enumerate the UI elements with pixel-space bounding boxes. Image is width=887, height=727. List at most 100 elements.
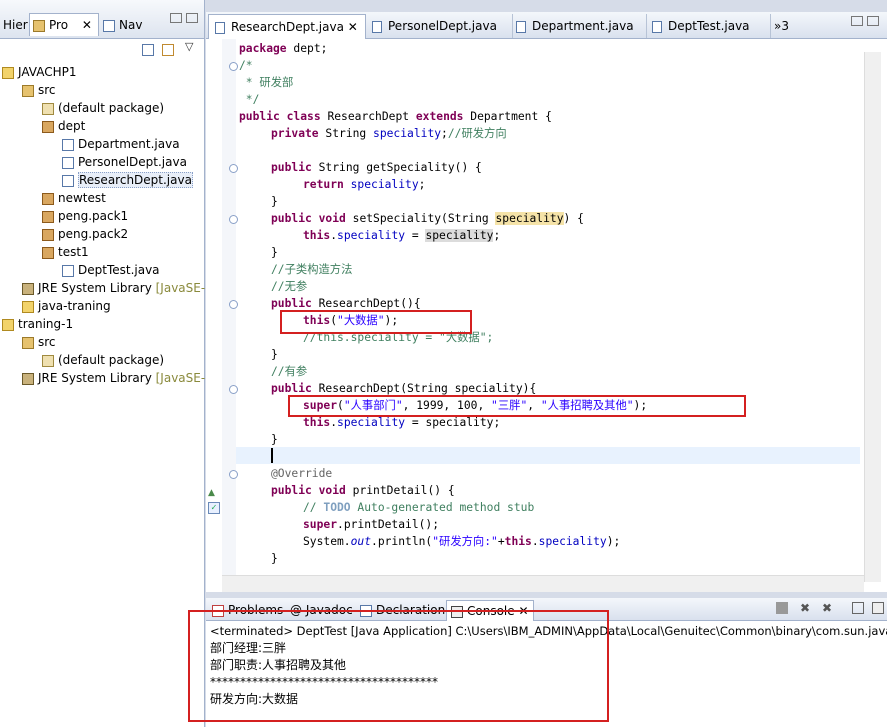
task-marker-icon: ✓ (208, 502, 220, 514)
close-icon[interactable]: ✕ (348, 20, 358, 34)
fold-icon[interactable] (229, 164, 238, 173)
tree-item-javachp1[interactable]: JAVACHP1 (2, 63, 76, 81)
code-line: //无参 (271, 280, 308, 293)
code-line: * 研发部 (239, 76, 294, 89)
tree-item-dept[interactable]: dept (42, 117, 85, 135)
maximize-icon[interactable] (867, 16, 879, 26)
fold-icon[interactable] (229, 300, 238, 309)
tree-item-src[interactable]: src (22, 81, 56, 99)
java-file-icon (652, 20, 662, 33)
tab-personeldept-java[interactable]: PersonelDept.java (366, 14, 513, 38)
code-line: private String speciality;//研发方向 (271, 127, 507, 140)
package-icon (42, 246, 54, 259)
tab-overflow[interactable]: »3 (768, 14, 804, 38)
code-line: } (271, 246, 278, 259)
terminate-icon[interactable] (776, 602, 788, 614)
tree-item-default-package[interactable]: (default package) (42, 351, 164, 369)
vertical-scrollbar[interactable] (864, 52, 881, 582)
java-file-icon (62, 138, 74, 151)
tab-hierarchy[interactable]: Hier (0, 14, 31, 36)
maximize-icon[interactable] (186, 13, 198, 23)
tree-item-depttest-java[interactable]: DeptTest.java (62, 261, 160, 279)
code-line: super.printDetail(); (303, 518, 440, 531)
tree-item-jre-library[interactable]: JRE System Library [JavaSE-1.6 (22, 279, 224, 297)
tree-item-peng-pack2[interactable]: peng.pack2 (42, 225, 128, 243)
fold-icon[interactable] (229, 62, 238, 71)
project-explorer-icon (33, 19, 45, 32)
code-line: } (271, 195, 278, 208)
java-file-icon (62, 156, 74, 169)
fold-icon[interactable] (229, 215, 238, 224)
view-menu-icon[interactable]: ▽ (185, 40, 193, 53)
code-line: } (271, 433, 278, 446)
text-cursor (271, 448, 273, 463)
code-line: */ (239, 93, 260, 106)
source-folder-icon (22, 84, 34, 97)
link-with-editor-icon[interactable] (162, 44, 174, 56)
horizontal-scrollbar[interactable] (222, 575, 864, 592)
code-line: //有参 (271, 365, 308, 378)
code-line: public class ResearchDept extends Depart… (239, 110, 552, 123)
remove-launch-icon[interactable]: ✖ (800, 602, 812, 614)
tab-project-explorer[interactable]: Pro ✕ (29, 13, 99, 36)
code-line: System.out.println("研发方向:"+this.speciali… (303, 535, 621, 548)
java-file-icon (372, 20, 382, 33)
code-line: public void setSpeciality(String special… (271, 212, 584, 225)
project-icon (2, 318, 14, 331)
code-line: //子类构造方法 (271, 263, 353, 276)
minimize-icon[interactable] (170, 13, 182, 23)
java-file-icon (62, 174, 74, 187)
tree-item-peng-pack1[interactable]: peng.pack1 (42, 207, 128, 225)
tab-department-java[interactable]: Department.java (510, 14, 647, 38)
fold-icon[interactable] (229, 470, 238, 479)
tab-researchdept-java[interactable]: ResearchDept.java ✕ (208, 14, 366, 39)
editor-tabbar: ResearchDept.java ✕ PersonelDept.java De… (206, 12, 887, 39)
tree-item-src[interactable]: src (22, 333, 56, 351)
code-line: return speciality; (303, 178, 426, 191)
remove-all-icon[interactable]: ✖ (822, 602, 834, 614)
highlight-box-console-output (188, 610, 609, 722)
java-file-icon (215, 21, 225, 34)
tree-item-department-java[interactable]: Department.java (62, 135, 180, 153)
code-line: @Override (271, 467, 333, 480)
library-icon (22, 282, 34, 295)
navigator-icon (103, 19, 115, 32)
fold-icon[interactable] (229, 385, 238, 394)
project-icon (22, 300, 34, 313)
source-folder-icon (22, 336, 34, 349)
collapse-all-icon[interactable] (142, 44, 154, 56)
folding-gutter (222, 39, 236, 592)
scroll-lock-icon[interactable] (872, 602, 884, 614)
package-icon (42, 210, 54, 223)
package-icon (42, 354, 54, 367)
tree-item-traning-1[interactable]: traning-1 (2, 315, 73, 333)
code-line: } (271, 348, 278, 361)
tree-item-test1[interactable]: test1 (42, 243, 89, 261)
code-line: } (271, 552, 278, 565)
close-icon[interactable]: ✕ (82, 18, 92, 32)
explorer-tabbar: Hier Pro ✕ Nav (0, 0, 204, 39)
minimize-icon[interactable] (851, 16, 863, 26)
tree-item-newtest[interactable]: newtest (42, 189, 106, 207)
tree-item-java-traning[interactable]: java-traning (22, 297, 111, 315)
highlight-box-this-call (280, 310, 472, 334)
code-line: // TODO Auto-generated method stub (303, 501, 535, 514)
tab-navigator[interactable]: Nav (100, 14, 145, 36)
tab-depttest-java[interactable]: DeptTest.java (646, 14, 771, 38)
tree-item-researchdept-java[interactable]: ResearchDept.java (62, 171, 193, 189)
current-line-highlight (236, 447, 860, 464)
project-icon (2, 66, 14, 79)
override-marker-icon: ▲ (208, 488, 215, 498)
package-icon (42, 120, 54, 133)
package-icon (42, 102, 54, 115)
tree-item-jre-library[interactable]: JRE System Library [JavaSE-1.6 (22, 369, 224, 387)
code-line: /* (239, 59, 253, 72)
code-line: public String getSpeciality() { (271, 161, 482, 174)
code-line: public void printDetail() { (271, 484, 455, 497)
highlight-box-super-call (288, 395, 746, 417)
tree-item-default-package[interactable]: (default package) (42, 99, 164, 117)
tree-item-personeldept-java[interactable]: PersonelDept.java (62, 153, 187, 171)
clear-console-icon[interactable] (852, 602, 864, 614)
package-icon (42, 192, 54, 205)
package-icon (42, 228, 54, 241)
